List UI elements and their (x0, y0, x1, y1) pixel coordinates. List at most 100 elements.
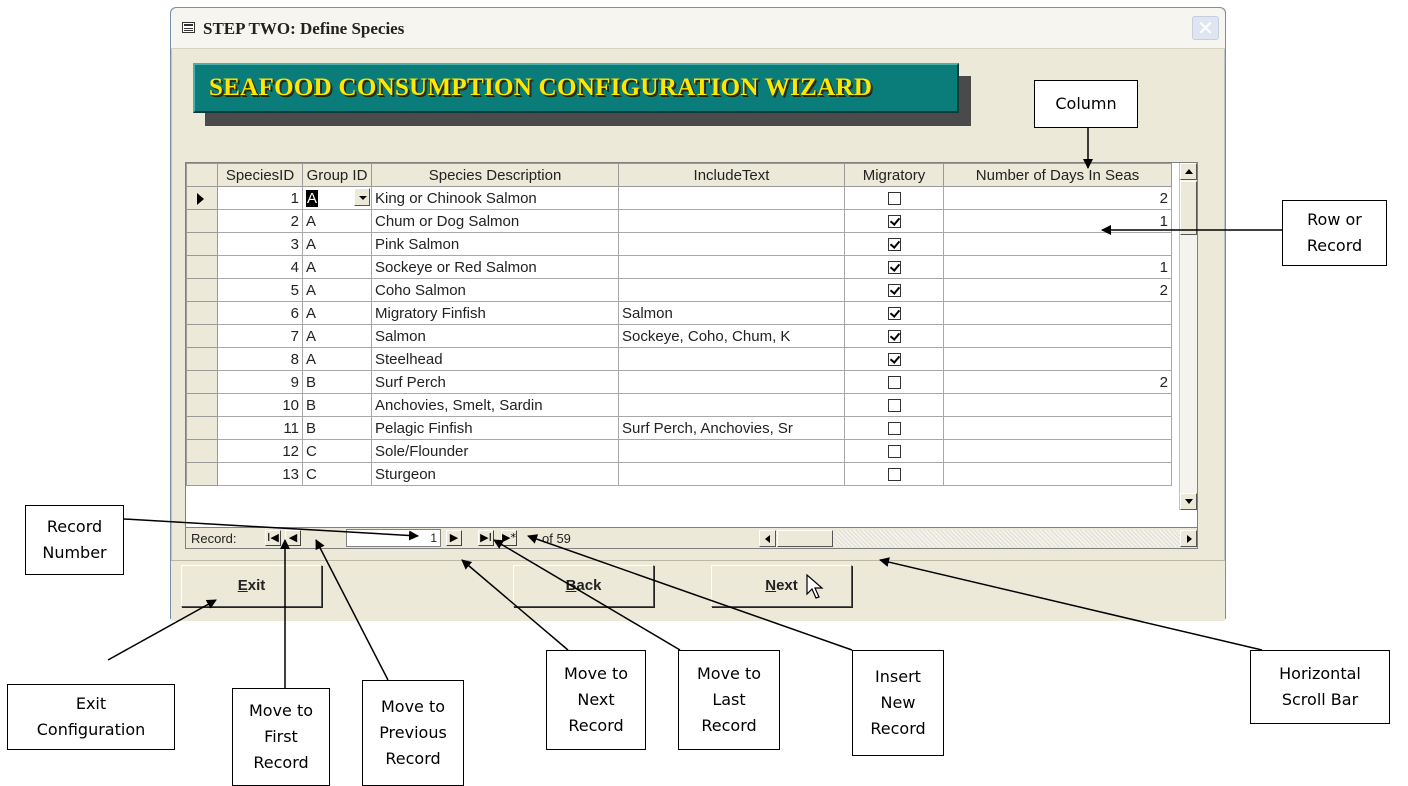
new-record-button[interactable]: ▶* (501, 530, 517, 546)
last-record-button[interactable]: ▶I (478, 530, 494, 546)
cell-migratory[interactable] (844, 370, 944, 394)
cell-days-in-season[interactable] (943, 301, 1172, 325)
vertical-scrollbar[interactable] (1179, 163, 1197, 510)
table-row[interactable]: 9 B Surf Perch 2 (186, 370, 1172, 394)
back-button[interactable]: Back (513, 565, 654, 607)
scroll-right-icon[interactable] (1180, 530, 1197, 547)
cell-days-in-season[interactable] (943, 324, 1172, 348)
next-button[interactable]: Next (711, 565, 852, 607)
table-row[interactable]: 4 A Sockeye or Red Salmon 1 (186, 255, 1172, 279)
scroll-left-icon[interactable] (759, 530, 776, 547)
cell-groupid[interactable]: A (302, 347, 372, 371)
cell-speciesid[interactable]: 10 (217, 393, 303, 417)
row-selector[interactable] (186, 232, 218, 256)
cell-species-description[interactable]: Steelhead (371, 347, 619, 371)
column-header-days-in-season[interactable]: Number of Days In Seas (943, 163, 1172, 187)
checkbox-unchecked[interactable] (887, 468, 901, 482)
cell-groupid[interactable]: A (302, 209, 372, 233)
cell-speciesid[interactable]: 8 (217, 347, 303, 371)
row-selector[interactable] (186, 416, 218, 440)
previous-record-button[interactable]: ◀ (285, 530, 301, 546)
row-selector[interactable] (186, 209, 218, 233)
cell-includetext[interactable] (618, 370, 845, 394)
column-header-migratory[interactable]: Migratory (844, 163, 944, 187)
cell-migratory[interactable] (844, 439, 944, 463)
cell-migratory[interactable] (844, 255, 944, 279)
cell-days-in-season[interactable]: 1 (943, 255, 1172, 279)
cell-groupid[interactable]: C (302, 462, 372, 486)
cell-includetext[interactable]: Surf Perch, Anchovies, Sr (618, 416, 845, 440)
cell-speciesid[interactable]: 6 (217, 301, 303, 325)
cell-days-in-season[interactable] (943, 439, 1172, 463)
cell-groupid[interactable]: B (302, 370, 372, 394)
cell-species-description[interactable]: King or Chinook Salmon (371, 186, 619, 210)
cell-speciesid[interactable]: 4 (217, 255, 303, 279)
checkbox-unchecked[interactable] (887, 192, 901, 206)
cell-migratory[interactable] (844, 462, 944, 486)
checkbox-checked[interactable] (887, 330, 901, 344)
column-header-groupid[interactable]: Group ID (302, 163, 372, 187)
cell-groupid[interactable]: B (302, 393, 372, 417)
row-selector[interactable] (186, 186, 218, 210)
corner-selector[interactable] (186, 163, 218, 187)
cell-speciesid[interactable]: 1 (217, 186, 303, 210)
row-selector[interactable] (186, 278, 218, 302)
column-header-includetext[interactable]: IncludeText (618, 163, 845, 187)
cell-groupid[interactable]: A (302, 278, 372, 302)
cell-species-description[interactable]: Sockeye or Red Salmon (371, 255, 619, 279)
cell-days-in-season[interactable]: 2 (943, 370, 1172, 394)
horizontal-scrollbar[interactable] (759, 530, 1197, 547)
table-row[interactable]: 6 A Migratory Finfish Salmon (186, 301, 1172, 325)
cell-species-description[interactable]: Surf Perch (371, 370, 619, 394)
cell-includetext[interactable] (618, 186, 845, 210)
cell-migratory[interactable] (844, 232, 944, 256)
cell-includetext[interactable] (618, 209, 845, 233)
cell-includetext[interactable] (618, 347, 845, 371)
table-row[interactable]: 8 A Steelhead (186, 347, 1172, 371)
first-record-button[interactable]: I◀ (265, 530, 281, 546)
cell-groupid[interactable]: B (302, 416, 372, 440)
checkbox-unchecked[interactable] (887, 445, 901, 459)
dropdown-arrow-icon[interactable] (354, 188, 370, 206)
cell-groupid[interactable]: A (302, 186, 372, 210)
exit-button[interactable]: Exit (181, 565, 322, 607)
row-selector[interactable] (186, 370, 218, 394)
cell-days-in-season[interactable]: 2 (943, 278, 1172, 302)
cell-groupid[interactable]: A (302, 301, 372, 325)
species-datasheet[interactable]: SpeciesID Group ID Species Description I… (185, 162, 1198, 528)
table-row[interactable]: 5 A Coho Salmon 2 (186, 278, 1172, 302)
table-row[interactable]: 3 A Pink Salmon (186, 232, 1172, 256)
cell-includetext[interactable] (618, 393, 845, 417)
record-number-field[interactable]: 1 (346, 529, 441, 547)
cell-days-in-season[interactable]: 1 (943, 209, 1172, 233)
row-selector[interactable] (186, 324, 218, 348)
cell-days-in-season[interactable] (943, 462, 1172, 486)
cell-groupid[interactable]: A (302, 232, 372, 256)
checkbox-checked[interactable] (887, 284, 901, 298)
checkbox-checked[interactable] (887, 238, 901, 252)
cell-species-description[interactable]: Coho Salmon (371, 278, 619, 302)
cell-speciesid[interactable]: 5 (217, 278, 303, 302)
cell-migratory[interactable] (844, 393, 944, 417)
checkbox-checked[interactable] (887, 215, 901, 229)
cell-migratory[interactable] (844, 301, 944, 325)
cell-species-description[interactable]: Pink Salmon (371, 232, 619, 256)
cell-species-description[interactable]: Salmon (371, 324, 619, 348)
cell-groupid[interactable]: C (302, 439, 372, 463)
cell-includetext[interactable]: Sockeye, Coho, Chum, K (618, 324, 845, 348)
close-button[interactable]: ✕ (1192, 16, 1219, 40)
cell-days-in-season[interactable] (943, 232, 1172, 256)
cell-migratory[interactable] (844, 324, 944, 348)
cell-includetext[interactable]: Salmon (618, 301, 845, 325)
row-selector[interactable] (186, 301, 218, 325)
cell-includetext[interactable] (618, 439, 845, 463)
checkbox-checked[interactable] (887, 353, 901, 367)
cell-speciesid[interactable]: 9 (217, 370, 303, 394)
scroll-up-icon[interactable] (1180, 163, 1197, 180)
cell-species-description[interactable]: Anchovies, Smelt, Sardin (371, 393, 619, 417)
cell-groupid[interactable]: A (302, 255, 372, 279)
cell-days-in-season[interactable] (943, 347, 1172, 371)
cell-includetext[interactable] (618, 462, 845, 486)
row-selector[interactable] (186, 462, 218, 486)
cell-species-description[interactable]: Chum or Dog Salmon (371, 209, 619, 233)
